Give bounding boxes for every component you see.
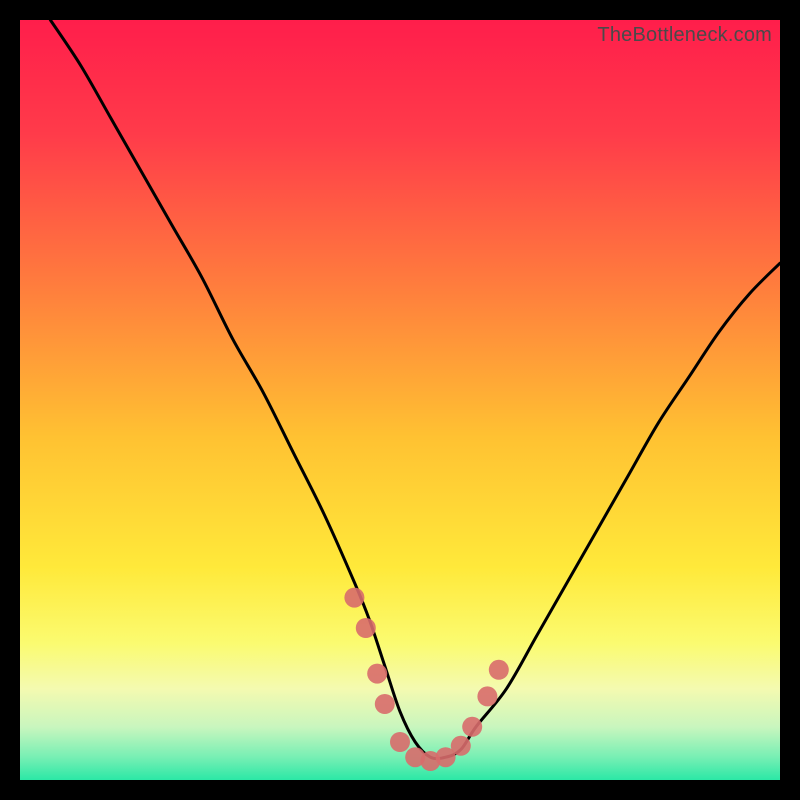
curve-marker [477,686,497,706]
curve-marker [356,618,376,638]
curve-marker [462,717,482,737]
curve-marker [367,664,387,684]
curve-marker [375,694,395,714]
curve-marker [344,588,364,608]
bottleneck-curve [50,20,780,759]
curve-marker [451,736,471,756]
curve-marker [489,660,509,680]
curve-marker [390,732,410,752]
chart-plot [20,20,780,780]
chart-frame: TheBottleneck.com [20,20,780,780]
